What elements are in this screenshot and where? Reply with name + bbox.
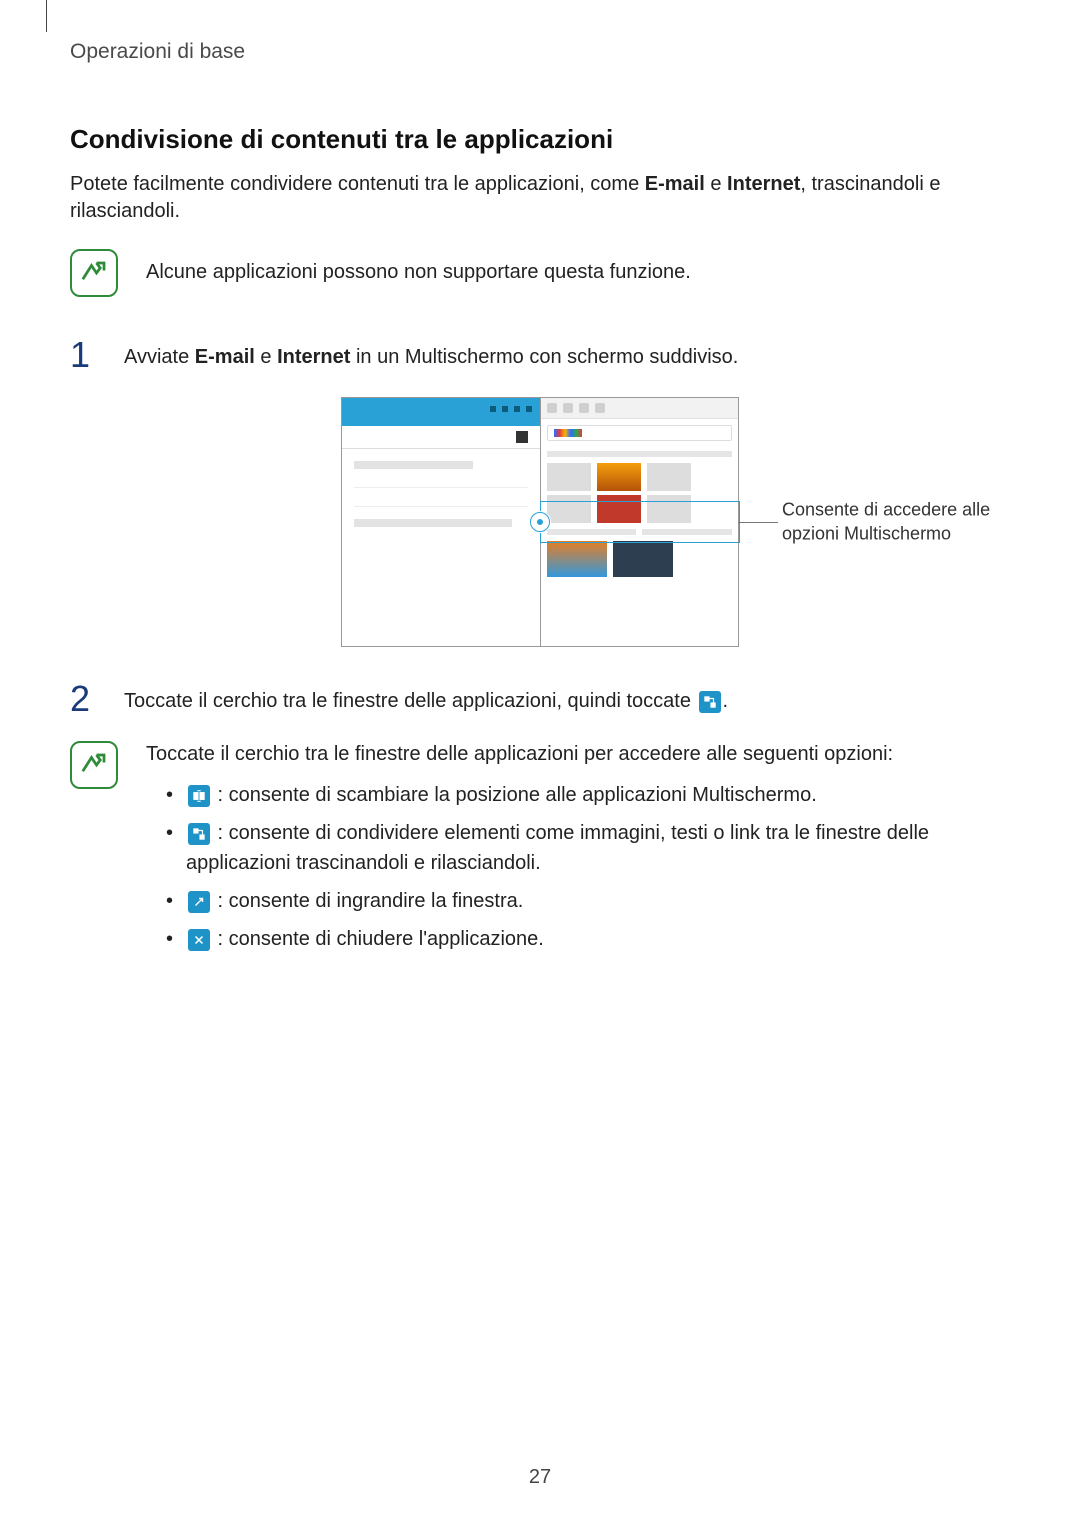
intro-paragraph: Potete facilmente condividere contenuti … <box>70 171 1010 225</box>
intro-mid: e <box>705 173 727 195</box>
multiscreen-illustration: Consente di accedere alle opzioni Multis… <box>341 397 739 647</box>
swap-windows-icon <box>188 785 210 807</box>
running-header: Operazioni di base <box>70 38 1010 66</box>
step-1-text: Avviate E-mail e Internet in un Multisch… <box>124 337 738 371</box>
browser-pane <box>540 398 739 646</box>
page-number: 27 <box>529 1464 551 1491</box>
intro-prefix: Potete facilmente condividere contenuti … <box>70 173 645 195</box>
bullet-swap: : consente di scambiare la posizione all… <box>158 780 1010 810</box>
manual-page: Operazioni di base Condivisione di conte… <box>0 0 1080 1527</box>
note-text-1: Alcune applicazioni possono non supporta… <box>146 249 691 286</box>
browser-tab-bar <box>541 398 739 419</box>
section-heading: Condivisione di contenuti tra le applica… <box>70 122 1010 157</box>
bullet-swap-text: : consente di scambiare la posizione all… <box>212 784 817 806</box>
note-icon <box>70 741 118 789</box>
email-toolbar <box>342 426 540 449</box>
step1-bold-email: E-mail <box>195 346 255 368</box>
note2-intro: Toccate il cerchio tra le finestre delle… <box>146 741 1010 768</box>
note-2-body: Toccate il cerchio tra le finestre delle… <box>146 741 1010 962</box>
bullet-maximize: : consente di ingrandire la finestra. <box>158 886 1010 916</box>
page-content: Condivisione di contenuti tra le applica… <box>70 122 1010 962</box>
email-pane <box>342 398 540 646</box>
step2-prefix: Toccate il cerchio tra le finestre delle… <box>124 690 697 712</box>
drag-share-icon <box>699 691 721 713</box>
step-1: 1 Avviate E-mail e Internet in un Multis… <box>70 337 1010 373</box>
step1-prefix: Avviate <box>124 346 195 368</box>
step2-suffix: . <box>723 690 729 712</box>
note-block-2: Toccate il cerchio tra le finestre delle… <box>70 741 1010 962</box>
step-2: 2 Toccate il cerchio tra le finestre del… <box>70 681 1010 717</box>
bullet-share: : consente di condividere elementi come … <box>158 818 1010 878</box>
close-icon <box>188 929 210 951</box>
callout-text: Consente di accedere alle opzioni Multis… <box>782 499 992 546</box>
step-2-text: Toccate il cerchio tra le finestre delle… <box>124 681 728 715</box>
browser-search-bar <box>547 425 733 441</box>
drag-share-icon <box>188 823 210 845</box>
multiscreen-handle-icon <box>530 512 550 532</box>
step1-suffix: in un Multischermo con schermo suddiviso… <box>350 346 738 368</box>
bullet-close-text: : consente di chiudere l'applicazione. <box>212 928 544 950</box>
maximize-icon <box>188 891 210 913</box>
intro-bold-email: E-mail <box>645 173 705 195</box>
step1-bold-internet: Internet <box>277 346 350 368</box>
bullet-maximize-text: : consente di ingrandire la finestra. <box>212 890 523 912</box>
note-block-1: Alcune applicazioni possono non supporta… <box>70 249 1010 297</box>
page-edge-rule <box>46 0 47 32</box>
callout-leader-line <box>738 522 778 523</box>
multiscreen-illustration-wrap: Consente di accedere alle opzioni Multis… <box>70 397 1010 647</box>
step1-mid: e <box>255 346 277 368</box>
step-1-number: 1 <box>70 337 100 373</box>
bullet-close: : consente di chiudere l'applicazione. <box>158 924 1010 954</box>
intro-bold-internet: Internet <box>727 173 800 195</box>
option-bullet-list: : consente di scambiare la posizione all… <box>146 780 1010 954</box>
email-header-bar <box>342 398 540 426</box>
bullet-share-text: : consente di condividere elementi come … <box>186 822 929 874</box>
note-icon <box>70 249 118 297</box>
step-2-number: 2 <box>70 681 100 717</box>
